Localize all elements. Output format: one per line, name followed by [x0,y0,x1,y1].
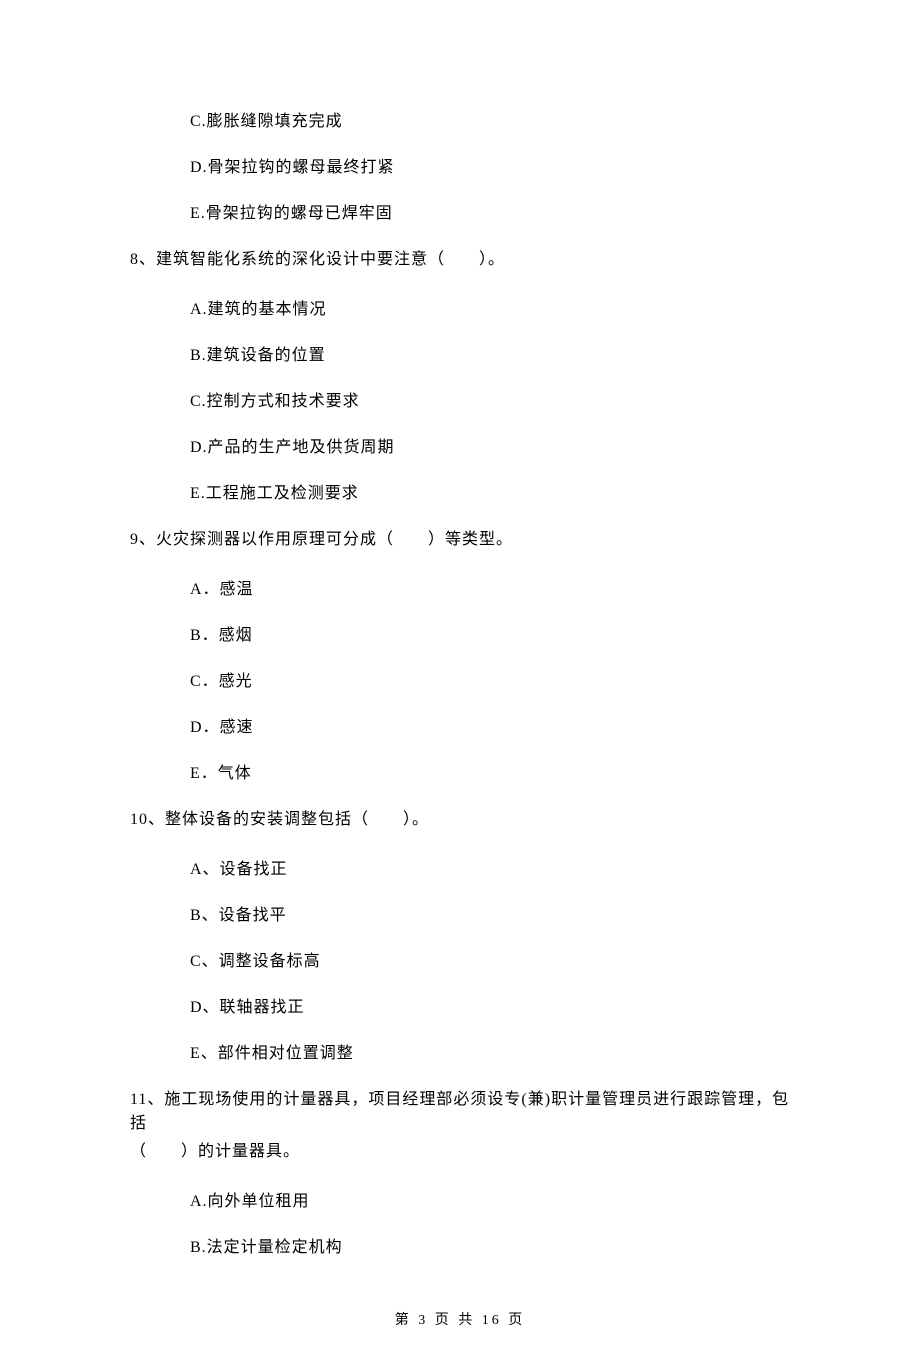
q10-option-b: B、设备找平 [190,904,790,928]
option-c: C.膨胀缝隙填充完成 [190,110,790,134]
q11-option-a: A.向外单位租用 [190,1190,790,1214]
question-11-stem-line2: （ ）的计量器具。 [130,1140,790,1164]
page-content: C.膨胀缝隙填充完成 D.骨架拉钩的螺母最终打紧 E.骨架拉钩的螺母已焊牢固 8… [0,0,920,1371]
q10-option-d: D、联轴器找正 [190,996,790,1020]
q9-option-b: B．感烟 [190,624,790,648]
q9-option-d: D．感速 [190,716,790,740]
question-10-stem: 10、整体设备的安装调整包括（ ）。 [130,808,790,832]
q8-option-e: E.工程施工及检测要求 [190,482,790,506]
q9-option-e: E．气体 [190,762,790,786]
option-d: D.骨架拉钩的螺母最终打紧 [190,156,790,180]
q9-option-a: A．感温 [190,578,790,602]
page-footer: 第 3 页 共 16 页 [130,1310,790,1331]
q10-option-e: E、部件相对位置调整 [190,1042,790,1066]
question-9-stem: 9、火灾探测器以作用原理可分成（ ）等类型。 [130,528,790,552]
q8-option-d: D.产品的生产地及供货周期 [190,436,790,460]
q11-option-b: B.法定计量检定机构 [190,1236,790,1260]
question-11-stem: 11、施工现场使用的计量器具，项目经理部必须设专(兼)职计量管理员进行跟踪管理，… [130,1088,790,1136]
q8-option-c: C.控制方式和技术要求 [190,390,790,414]
question-8-stem: 8、建筑智能化系统的深化设计中要注意（ ）。 [130,248,790,272]
option-e: E.骨架拉钩的螺母已焊牢固 [190,202,790,226]
q8-option-a: A.建筑的基本情况 [190,298,790,322]
q10-option-a: A、设备找正 [190,858,790,882]
q8-option-b: B.建筑设备的位置 [190,344,790,368]
q10-option-c: C、调整设备标高 [190,950,790,974]
q9-option-c: C．感光 [190,670,790,694]
q11-stem-line1: 11、施工现场使用的计量器具，项目经理部必须设专(兼)职计量管理员进行跟踪管理，… [130,1091,789,1132]
